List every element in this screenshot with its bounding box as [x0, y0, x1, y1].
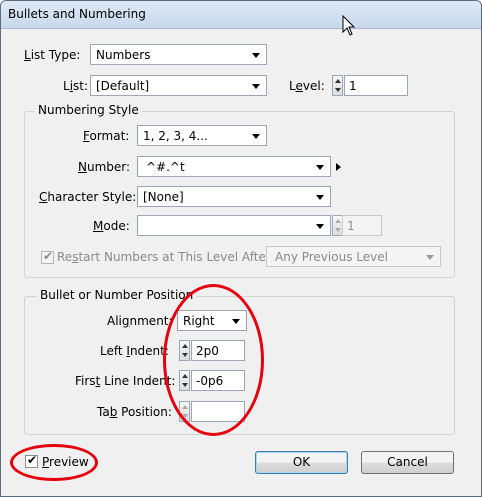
alignment-label: Alignment: — [107, 314, 173, 328]
tab-position-label: Tab Position: — [97, 405, 172, 419]
cancel-button[interactable]: Cancel — [361, 451, 454, 474]
mouse-cursor-icon — [342, 15, 356, 36]
format-value: 1, 2, 3, 4... — [143, 129, 208, 143]
list-label: List: — [63, 79, 89, 93]
number-value: ^#.^t — [146, 160, 185, 174]
dropdown-arrow-icon — [426, 255, 434, 260]
list-type-select[interactable]: Numbers — [90, 44, 267, 65]
mode-number-input: 1 — [342, 215, 382, 236]
position-group-title: Bullet or Number Position — [37, 288, 197, 302]
list-type-value: Numbers — [96, 48, 151, 62]
number-label: Number: — [78, 160, 131, 174]
restart-numbers-label: Restart Numbers at This Level After: — [57, 250, 275, 264]
level-input[interactable]: 1 — [344, 75, 408, 96]
ok-button[interactable]: OK — [255, 451, 348, 474]
dropdown-arrow-icon — [316, 195, 324, 200]
title-bar[interactable]: Bullets and Numbering — [1, 1, 481, 29]
dropdown-arrow-icon — [252, 84, 260, 89]
list-select[interactable]: [Default] — [90, 75, 267, 96]
format-label: Format: — [83, 129, 130, 143]
annotation-ellipse-preview — [10, 444, 98, 481]
dialog-window: Bullets and Numbering List Type: Numbers… — [0, 0, 482, 497]
number-input[interactable]: ^#.^t — [137, 156, 331, 177]
restart-level-select: Any Previous Level — [266, 246, 441, 267]
character-style-value: [None] — [143, 190, 184, 204]
dialog-title: Bullets and Numbering — [8, 7, 146, 21]
checkmark-icon: ✔ — [43, 249, 54, 263]
annotation-ellipse-position — [163, 284, 264, 436]
character-style-label: Character Style: — [39, 190, 137, 204]
dropdown-arrow-icon — [316, 224, 324, 229]
format-select[interactable]: 1, 2, 3, 4... — [137, 125, 267, 146]
numbering-style-title: Numbering Style — [35, 103, 142, 117]
list-type-label: List Type: — [24, 48, 81, 62]
submenu-arrow-icon[interactable] — [336, 163, 341, 171]
restart-numbers-checkbox: ✔ — [41, 249, 54, 264]
level-value: 1 — [349, 79, 357, 93]
first-line-indent-label: First Line Indent: — [75, 374, 176, 388]
dropdown-arrow-icon — [252, 134, 260, 139]
dropdown-arrow-icon — [252, 53, 260, 58]
level-label: Level: — [289, 79, 325, 93]
left-indent-label: Left Indent: — [100, 344, 169, 358]
restart-level-value: Any Previous Level — [275, 250, 388, 264]
dropdown-arrow-icon — [316, 165, 324, 170]
list-value: [Default] — [96, 79, 150, 93]
mode-label: Mode: — [93, 219, 130, 233]
mode-number-value: 1 — [347, 219, 355, 233]
mode-select[interactable] — [137, 215, 331, 236]
character-style-select[interactable]: [None] — [137, 186, 331, 207]
level-spinner-icon[interactable] — [332, 75, 343, 96]
